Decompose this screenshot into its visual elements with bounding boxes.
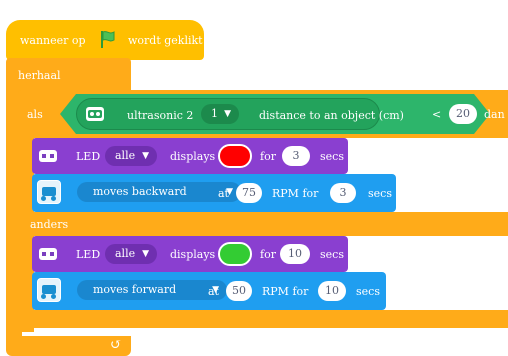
- loop-arrow-icon: ↺: [110, 337, 122, 353]
- displays-label: displays: [170, 248, 216, 261]
- at-label: at: [218, 187, 229, 200]
- led-icon: [39, 248, 57, 260]
- green-flag-icon: [98, 29, 118, 49]
- if-else-bottom: [18, 310, 508, 328]
- threshold-input[interactable]: 20: [449, 104, 477, 124]
- rpm-for-label: RPM for: [262, 285, 309, 298]
- chevron-down-icon: ▼: [224, 109, 231, 119]
- direction-value: moves forward: [93, 283, 177, 296]
- port-dropdown[interactable]: 1 ▼: [201, 104, 239, 124]
- secs-label: secs: [320, 248, 344, 261]
- for-label: for: [260, 248, 276, 261]
- ultrasonic-distance-reporter[interactable]: ultrasonic 2 1 ▼ distance to an object (…: [76, 98, 404, 130]
- led-icon: [39, 150, 57, 162]
- motor-duration-input[interactable]: 10: [318, 281, 346, 301]
- led-label: LED: [76, 150, 101, 163]
- then-label: dan: [484, 108, 505, 121]
- secs-label: secs: [368, 187, 392, 200]
- operator-symbol: <: [432, 108, 442, 121]
- else-label: anders: [30, 218, 69, 231]
- displays-label: displays: [170, 150, 216, 163]
- hat-text-after: wordt geklikt: [128, 34, 203, 47]
- if-else-block[interactable]: als < 20 ultrasonic 2 1 ▼ distance to an…: [18, 90, 508, 138]
- led-display-block[interactable]: LED alle ▼ displays for 10 secs: [32, 236, 348, 272]
- measure-label: distance to an object (cm): [259, 109, 404, 122]
- direction-dropdown[interactable]: moves backward ▼: [77, 182, 241, 202]
- motor-move-block[interactable]: moves forward ▼ at 50 RPM for 10 secs: [32, 272, 386, 310]
- led-target-value: alle: [115, 149, 136, 162]
- sensor-name: ultrasonic 2: [127, 109, 194, 122]
- secs-label: secs: [320, 150, 344, 163]
- secs-label: secs: [356, 285, 380, 298]
- direction-dropdown[interactable]: moves forward ▼: [77, 280, 227, 300]
- led-color-swatch[interactable]: [218, 144, 252, 168]
- hat-text-before: wanneer op: [20, 34, 86, 47]
- motor-duration-input[interactable]: 3: [330, 183, 356, 203]
- rpm-input[interactable]: 75: [236, 183, 262, 203]
- forever-loop-bottom[interactable]: ↺: [6, 336, 131, 356]
- led-color-swatch[interactable]: [218, 242, 252, 266]
- rpm-for-label: RPM for: [272, 187, 319, 200]
- led-target-value: alle: [115, 247, 136, 260]
- chevron-down-icon: ▼: [142, 151, 149, 161]
- motor-move-block[interactable]: moves backward ▼ at 75 RPM for 3 secs: [32, 174, 396, 212]
- led-duration-input[interactable]: 3: [282, 146, 310, 166]
- led-target-dropdown[interactable]: alle ▼: [105, 146, 157, 166]
- chevron-down-icon: ▼: [142, 249, 149, 259]
- else-bar: anders: [18, 212, 508, 236]
- robot-icon: [37, 180, 61, 204]
- rpm-input[interactable]: 50: [226, 281, 252, 301]
- forever-loop-block[interactable]: herhaal: [6, 58, 131, 92]
- led-target-dropdown[interactable]: alle ▼: [105, 244, 157, 264]
- if-label: als: [27, 108, 43, 121]
- port-value: 1: [211, 107, 218, 120]
- robot-icon: [37, 278, 61, 302]
- for-label: for: [260, 150, 276, 163]
- direction-value: moves backward: [93, 185, 187, 198]
- led-display-block[interactable]: LED alle ▼ displays for 3 secs: [32, 138, 348, 174]
- ultrasonic-sensor-icon: [85, 104, 105, 124]
- when-flag-clicked-block[interactable]: wanneer op wordt geklikt: [6, 20, 204, 60]
- at-label: at: [208, 285, 219, 298]
- forever-label: herhaal: [18, 69, 61, 82]
- led-duration-input[interactable]: 10: [280, 244, 310, 264]
- led-label: LED: [76, 248, 101, 261]
